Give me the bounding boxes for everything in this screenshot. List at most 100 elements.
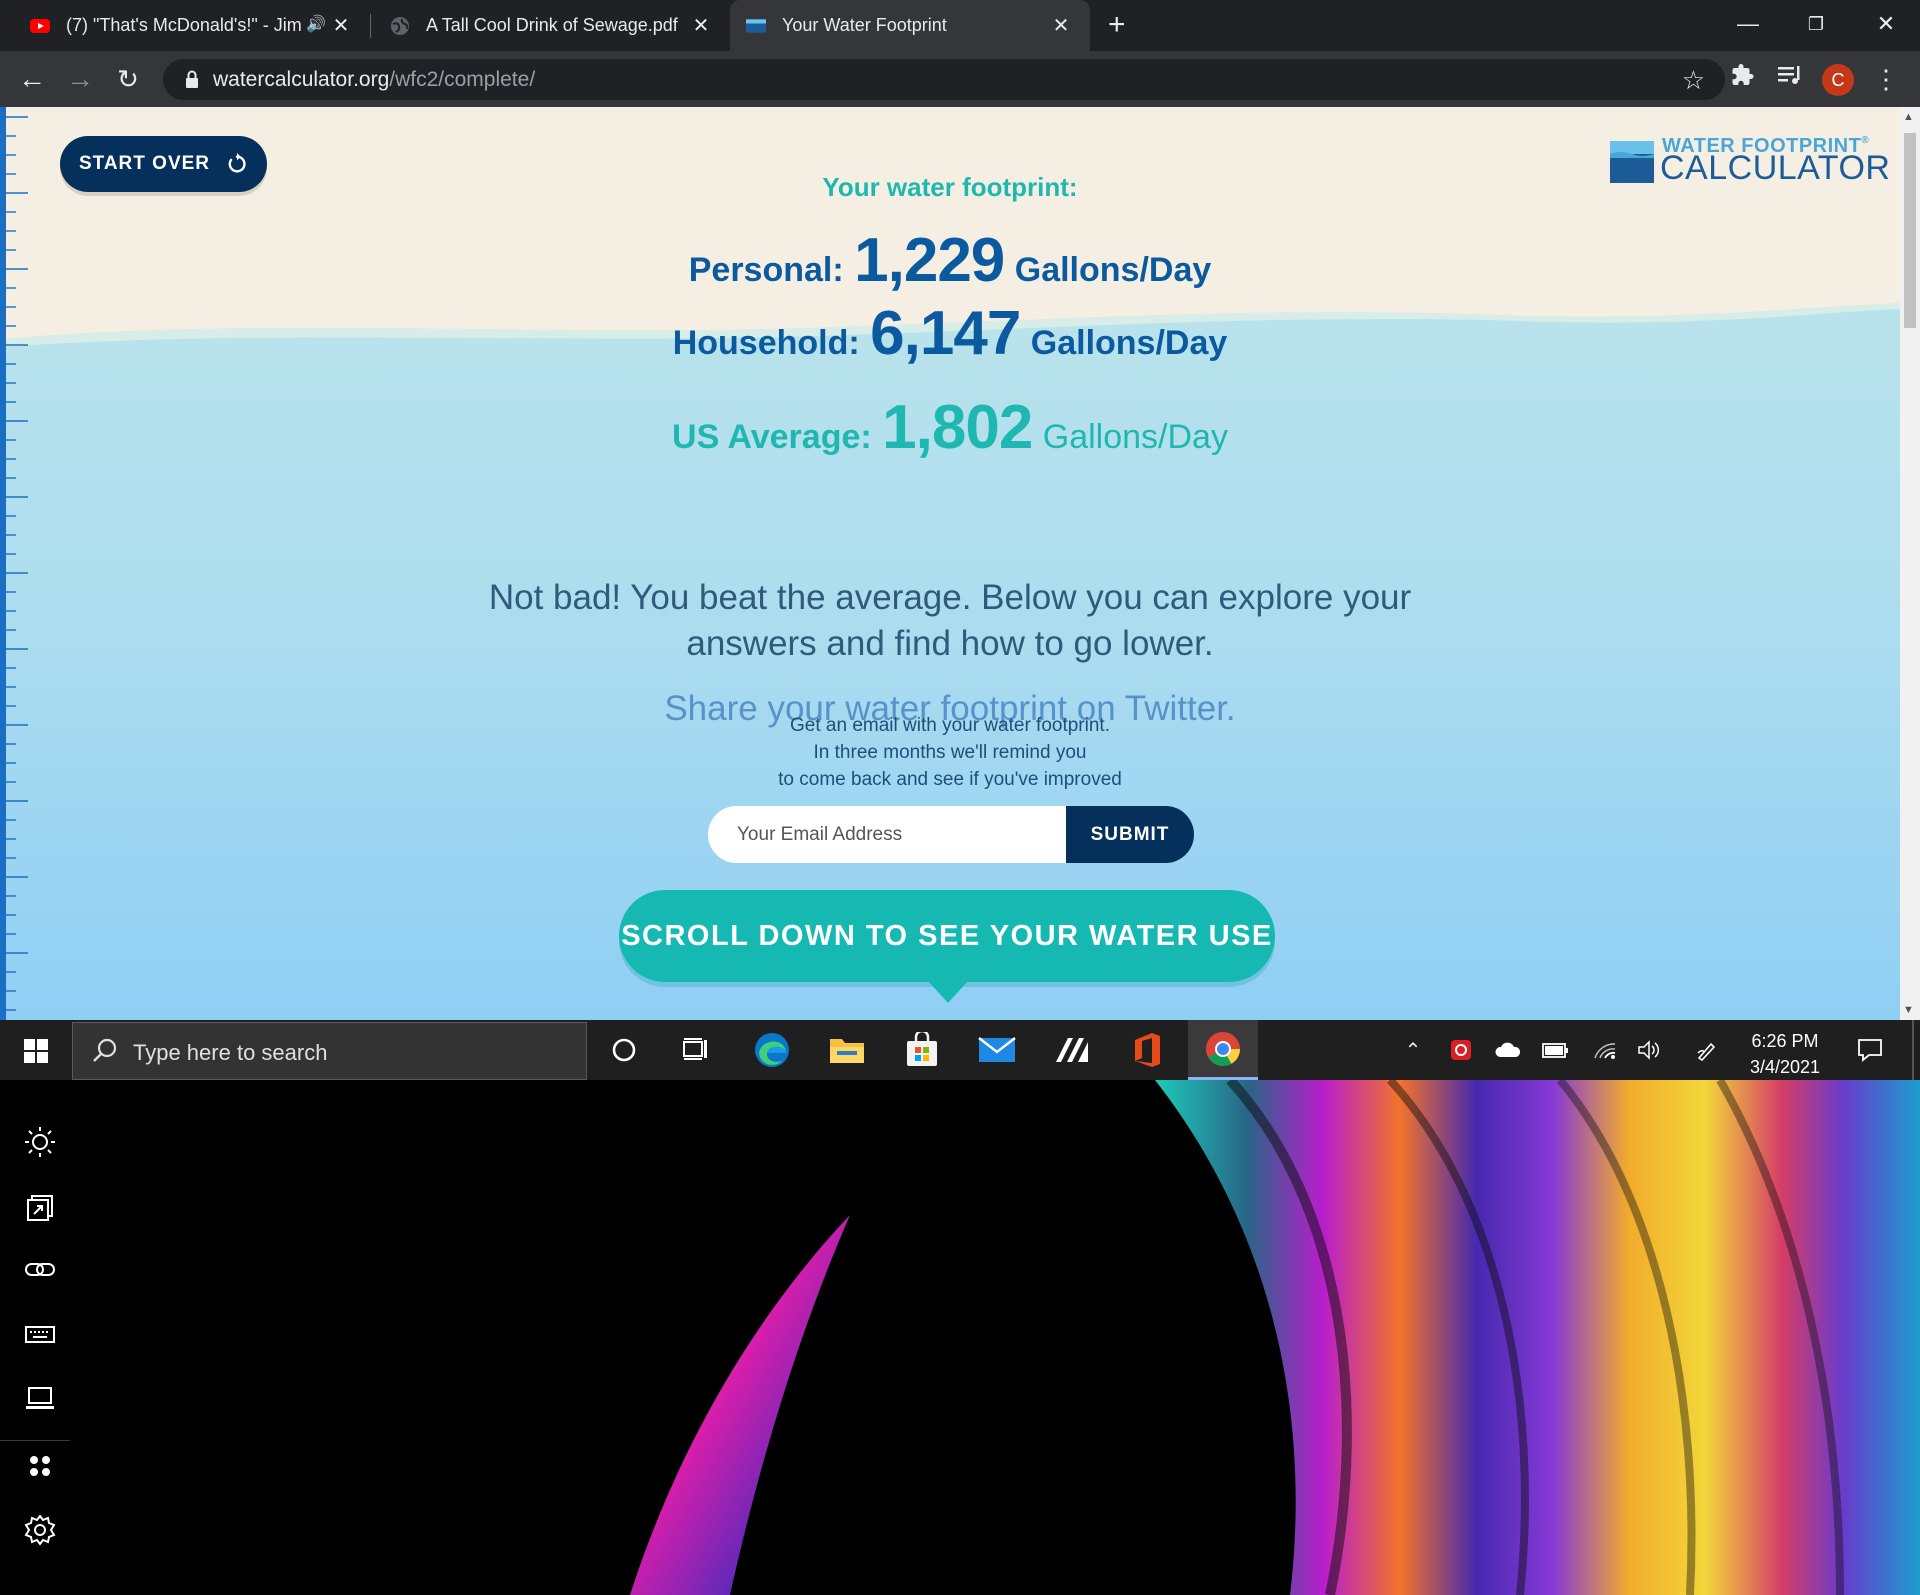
reload-button[interactable]: ↻ — [110, 61, 146, 97]
close-window-button[interactable]: ✕ — [1856, 6, 1916, 42]
link-icon[interactable] — [24, 1254, 56, 1286]
email-pitch-line: In three months we'll remind you — [813, 742, 1087, 763]
search-placeholder: Type here to search — [133, 1040, 328, 1065]
forward-button[interactable]: → — [62, 61, 98, 97]
office-icon[interactable] — [1112, 1020, 1182, 1080]
us-average-row: US Average: 1,802 Gallons/Day — [0, 392, 1900, 463]
extensions-icon[interactable] — [1727, 63, 1759, 95]
taskbar-clock[interactable]: 6:26 PM 3/4/2021 — [1735, 1028, 1835, 1080]
close-tab-icon[interactable]: ✕ — [330, 13, 352, 38]
household-unit: Gallons/Day — [1030, 324, 1228, 362]
file-explorer-icon[interactable] — [812, 1020, 882, 1080]
scroll-up-arrow-icon[interactable]: ▲ — [1903, 111, 1914, 123]
new-tab-button[interactable]: + — [1108, 8, 1126, 42]
tab-title: A Tall Cool Drink of Sewage.pdf — [426, 15, 678, 35]
laptop-icon[interactable] — [24, 1382, 56, 1414]
url-text: watercalculator.org/wfc2/complete/ — [213, 68, 535, 92]
personal-footprint-row: Personal: 1,229 Gallons/Day — [0, 225, 1900, 296]
browser-toolbar: ← → ↻ watercalculator.org/wfc2/complete/… — [0, 51, 1920, 107]
page-viewport: START OVER WATER FOOTPRINT® CALCULATOR Y… — [0, 107, 1920, 1020]
minimize-button[interactable]: — — [1718, 6, 1778, 42]
tab-youtube[interactable]: (7) "That's McDonald's!" - Jim 🔊 ✕ — [0, 0, 370, 51]
email-pitch-line: Get an email with your water footprint. — [790, 715, 1110, 736]
edge-icon[interactable] — [737, 1020, 807, 1080]
onedrive-icon[interactable] — [1490, 1020, 1526, 1080]
wifi-icon[interactable] — [1588, 1020, 1622, 1080]
media-queue-icon[interactable] — [1774, 63, 1806, 95]
submit-button[interactable]: SUBMIT — [1066, 806, 1194, 863]
profile-avatar[interactable]: C — [1822, 64, 1854, 96]
volume-icon[interactable] — [1632, 1020, 1666, 1080]
personal-value: 1,229 — [854, 226, 1005, 295]
url-domain: watercalculator.org — [213, 68, 390, 91]
email-pitch: Get an email with your water footprint. … — [0, 712, 1900, 793]
clock-time: 6:26 PM — [1751, 1031, 1819, 1051]
household-footprint-row: Household: 6,147 Gallons/Day — [0, 298, 1900, 369]
url-path: /wfc2/complete/ — [389, 68, 536, 91]
bookmark-star-icon[interactable]: ☆ — [1682, 65, 1705, 96]
pen-workspace-icon[interactable] — [1690, 1020, 1724, 1080]
action-center-icon[interactable] — [1850, 1020, 1890, 1080]
youtube-icon — [30, 18, 50, 33]
windows-logo-icon — [24, 1039, 48, 1063]
start-button[interactable] — [0, 1020, 70, 1080]
back-button[interactable]: ← — [14, 61, 50, 97]
cortana-icon[interactable] — [589, 1020, 659, 1080]
chrome-icon[interactable] — [1188, 1020, 1258, 1080]
browser-tab-strip: (7) "That's McDonald's!" - Jim 🔊 ✕ A Tal… — [0, 0, 1920, 51]
lock-icon — [186, 70, 198, 88]
gear-icon[interactable] — [24, 1514, 56, 1546]
desktop-background — [0, 1080, 1920, 1595]
app-icon[interactable] — [1037, 1020, 1107, 1080]
window-share-icon[interactable] — [24, 1192, 56, 1224]
brightness-icon[interactable] — [24, 1126, 56, 1158]
footprint-heading: Your water footprint: — [822, 172, 1078, 202]
store-icon[interactable] — [887, 1020, 957, 1080]
sidebar-divider — [0, 1440, 70, 1441]
us-average-unit: Gallons/Day — [1042, 418, 1228, 456]
menu-kebab-icon[interactable]: ⋮ — [1870, 63, 1902, 95]
household-label: Household: — [672, 324, 860, 362]
keyboard-icon[interactable] — [24, 1318, 56, 1350]
task-view-icon[interactable] — [661, 1020, 731, 1080]
clock-date: 3/4/2021 — [1749, 1057, 1821, 1077]
personal-label: Personal: — [688, 251, 844, 289]
household-value: 6,147 — [870, 299, 1021, 368]
scroll-down-small-arrow-icon[interactable]: ▼ — [1903, 1004, 1914, 1016]
tab-water-footprint[interactable]: Your Water Footprint ✕ — [730, 0, 1090, 51]
close-tab-icon[interactable]: ✕ — [1050, 13, 1072, 38]
scroll-down-button[interactable]: SCROLL DOWN TO SEE YOUR WATER USE — [619, 890, 1275, 982]
tab-pdf[interactable]: A Tall Cool Drink of Sewage.pdf ✕ — [372, 0, 730, 51]
battery-icon[interactable] — [1538, 1020, 1574, 1080]
windows-taskbar: Type here to search ⌃ 6:26 PM 3/4/2021 — [0, 1020, 1920, 1080]
us-average-label: US Average: — [672, 418, 872, 456]
taskbar-search-box[interactable]: Type here to search — [72, 1022, 587, 1080]
apps-grid-icon[interactable] — [24, 1450, 56, 1482]
tab-divider — [370, 14, 371, 38]
show-desktop-strip[interactable] — [1912, 1020, 1914, 1080]
creative-cloud-icon[interactable] — [1444, 1020, 1478, 1080]
page-scrollbar[interactable]: ▲ ▼ — [1900, 107, 1920, 1020]
show-hidden-icons-chevron-icon[interactable]: ⌃ — [1396, 1020, 1430, 1080]
scroll-down-arrow-icon — [928, 981, 968, 1003]
tab-title: Your Water Footprint — [782, 15, 947, 35]
result-message: Not bad! You beat the average. Below you… — [0, 575, 1900, 667]
email-field[interactable] — [708, 806, 1068, 863]
mail-icon[interactable] — [962, 1020, 1032, 1080]
tab-title: (7) "That's McDonald's!" - Jim — [66, 15, 302, 35]
restore-button[interactable]: ❐ — [1786, 6, 1846, 42]
address-bar[interactable]: watercalculator.org/wfc2/complete/ ☆ — [163, 59, 1725, 100]
search-icon — [93, 1038, 117, 1062]
email-signup-form: SUBMIT — [708, 806, 1194, 863]
email-pitch-line: to come back and see if you've improved — [778, 769, 1122, 790]
personal-unit: Gallons/Day — [1014, 251, 1212, 289]
wallpaper-art — [630, 1080, 1920, 1595]
globe-icon — [391, 16, 409, 35]
result-message-line: answers and find how to go lower. — [686, 624, 1214, 663]
speaker-icon[interactable]: 🔊 — [306, 14, 326, 34]
us-average-value: 1,802 — [882, 393, 1033, 462]
close-tab-icon[interactable]: ✕ — [690, 13, 712, 38]
result-message-line: Not bad! You beat the average. Below you… — [488, 578, 1412, 617]
water-favicon — [746, 18, 766, 33]
scroll-thumb[interactable] — [1904, 133, 1916, 328]
